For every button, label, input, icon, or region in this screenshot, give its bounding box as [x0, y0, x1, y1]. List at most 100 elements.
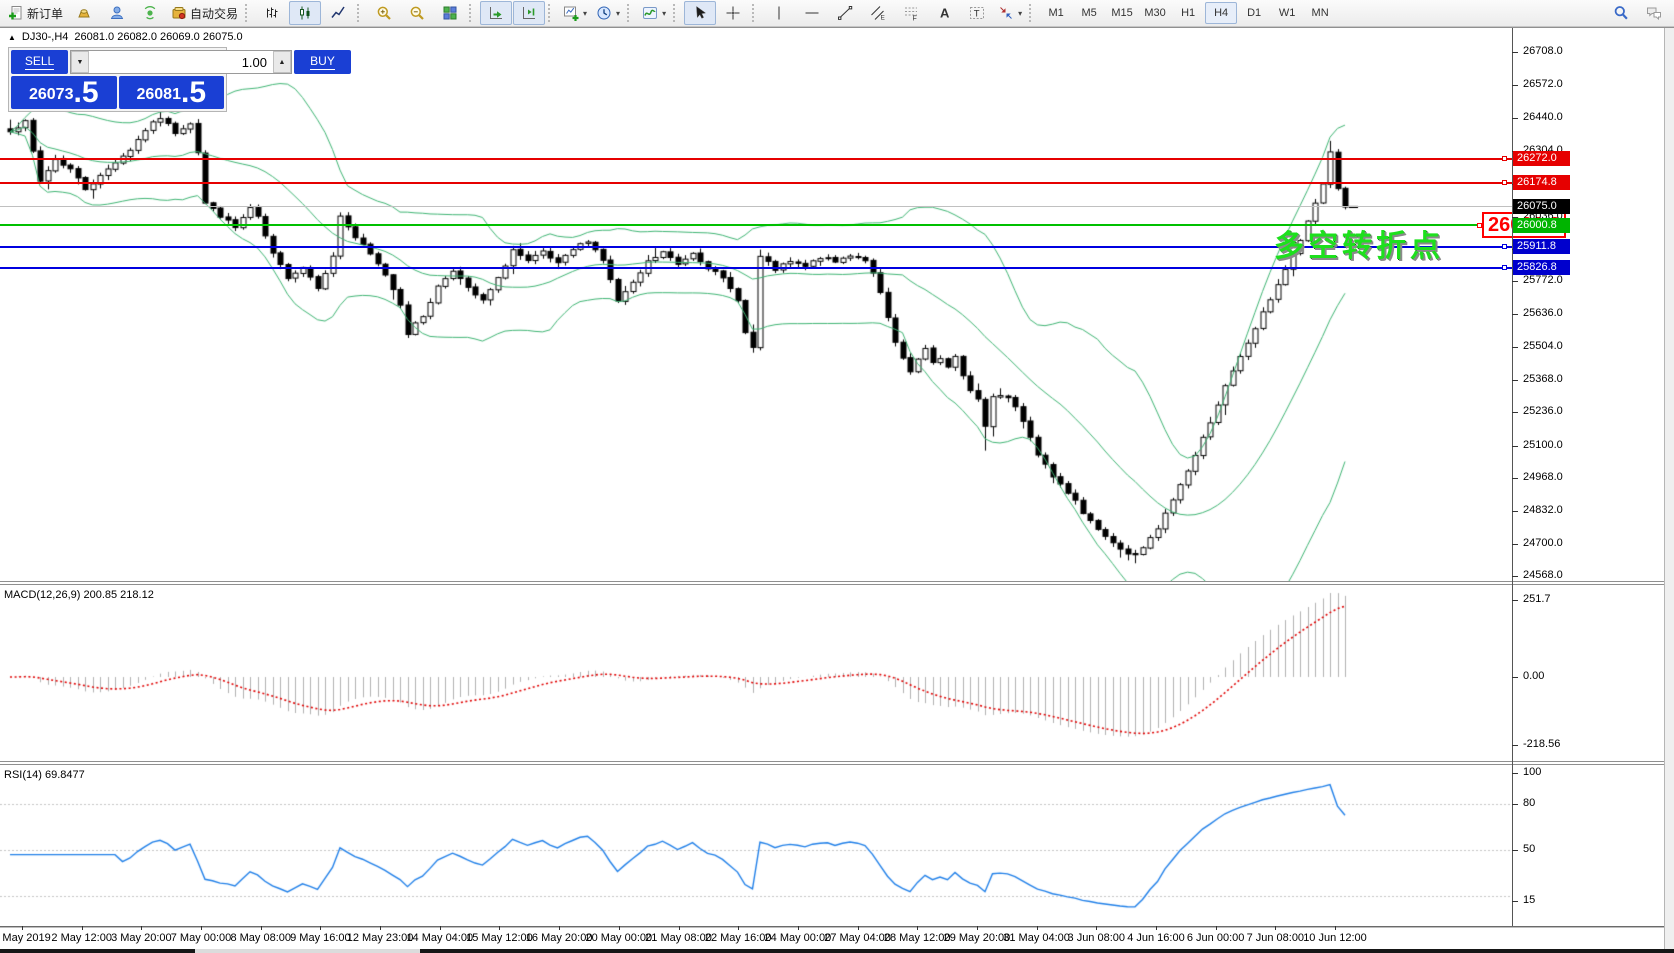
text-button[interactable]: A [928, 1, 960, 25]
buy-button[interactable]: BUY [294, 50, 351, 74]
volume-decrease-button[interactable]: ▼ [71, 51, 89, 73]
mt4-window: 新订单 自动交易 ▾ ▾ ▾ E FAT ▾ M1M5M15M30H1H4D1W1MN ▲ DJ… [0, 0, 1674, 953]
time-axis-label: 29 May 20:00 [944, 932, 1011, 944]
support-line-2-handle[interactable] [1502, 265, 1507, 270]
styler-button[interactable] [68, 1, 100, 25]
macd-pane-canvas[interactable] [0, 585, 1512, 761]
signals-button[interactable] [134, 1, 166, 25]
timeframe-w1-button[interactable]: W1 [1271, 2, 1303, 24]
current-price-line[interactable] [0, 206, 1512, 207]
channel-button[interactable]: E [862, 1, 894, 25]
resistance-line-2[interactable] [0, 182, 1512, 184]
crosshair-icon [725, 5, 741, 21]
text-label-icon: T [969, 5, 985, 21]
horizontal-line-button[interactable] [796, 1, 828, 25]
new-order-button[interactable]: 新订单 [4, 1, 67, 25]
rsi-axis-tick [1512, 850, 1518, 851]
fibonacci-icon: F [903, 5, 919, 21]
resistance-line-1-price-tag: 26272.0 [1513, 151, 1570, 166]
sell-button[interactable]: SELL [11, 50, 68, 74]
symbol-direction-icon: ▲ [8, 33, 16, 42]
rsi-axis-label: 50 [1523, 843, 1535, 855]
support-line-2-price-tag: 25826.8 [1513, 260, 1570, 275]
time-axis-tick [380, 926, 381, 930]
price-axis-label: 24568.0 [1523, 569, 1563, 581]
toolbar-separator [1029, 4, 1037, 22]
toolbar-separator [469, 4, 477, 22]
crosshair-button[interactable] [717, 1, 749, 25]
time-axis-label: 7 May 00:00 [171, 932, 232, 944]
buy-price-button[interactable]: 26081.5 [119, 76, 225, 109]
line-chart-button[interactable] [322, 1, 354, 25]
time-axis-label: 8 May 08:00 [230, 932, 291, 944]
resistance-line-1-handle[interactable] [1502, 156, 1507, 161]
chart-shift-button[interactable] [513, 1, 545, 25]
vertical-line-button[interactable] [763, 1, 795, 25]
search-button[interactable] [1605, 1, 1637, 25]
chart-ohlc-values: 26081.0 26082.0 26069.0 26075.0 [74, 31, 242, 43]
tile-windows-button[interactable] [434, 1, 466, 25]
timeframe-m30-button[interactable]: M30 [1139, 2, 1171, 24]
time-axis-label: 15 May 12:00 [466, 932, 533, 944]
timeframe-h1-button[interactable]: H1 [1172, 2, 1204, 24]
price-axis-tick [1512, 347, 1518, 348]
trendline-button[interactable] [829, 1, 861, 25]
price-axis-tick [1512, 85, 1518, 86]
resistance-line-2-handle[interactable] [1502, 180, 1507, 185]
support-line-2[interactable] [0, 267, 1512, 269]
price-axis-label: 24968.0 [1523, 471, 1563, 483]
auto-trading-button-label: 自动交易 [190, 5, 238, 22]
price-axis-label: 25772.0 [1523, 274, 1563, 286]
time-axis-tick [22, 926, 23, 930]
horizontal-line-icon [804, 5, 820, 21]
price-axis-tick [1512, 380, 1518, 381]
chevron-down-icon: ▾ [583, 9, 587, 18]
volume-increase-button[interactable]: ▲ [273, 51, 291, 73]
chart-symbol-period: DJ30-,H4 [22, 31, 68, 43]
time-axis-tick [1096, 926, 1097, 930]
rsi-pane-canvas[interactable] [0, 765, 1512, 926]
zoom-out-button[interactable] [401, 1, 433, 25]
auto-trading-button[interactable]: 自动交易 [167, 1, 242, 25]
arrows-icon [998, 5, 1014, 21]
time-axis-border [0, 926, 1674, 928]
candlestick-chart-button[interactable] [289, 1, 321, 25]
auto-scroll-button[interactable] [480, 1, 512, 25]
indicators-button[interactable]: ▾ [638, 1, 670, 25]
pane-separator-macd[interactable] [0, 581, 1674, 585]
timeframe-d1-button[interactable]: D1 [1238, 2, 1270, 24]
channel-icon: E [870, 5, 886, 21]
price-axis-tick [1512, 314, 1518, 315]
line-chart-icon [330, 5, 346, 21]
chart-title: ▲ DJ30-,H4 26081.0 26082.0 26069.0 26075… [8, 31, 243, 43]
timeframe-m1-button[interactable]: M1 [1040, 2, 1072, 24]
cursor-button[interactable] [684, 1, 716, 25]
support-line-1-handle[interactable] [1502, 244, 1507, 249]
rsi-axis-label: 100 [1523, 766, 1541, 778]
price-axis-label: 26572.0 [1523, 78, 1563, 90]
pane-separator-rsi[interactable] [0, 761, 1674, 765]
bar-chart-button[interactable] [256, 1, 288, 25]
sell-price-button[interactable]: 26073.5 [11, 76, 117, 109]
timeframe-m5-button[interactable]: M5 [1073, 2, 1105, 24]
profiles-button[interactable]: ▾ [592, 1, 624, 25]
chat-button[interactable] [1638, 1, 1670, 25]
resistance-line-1[interactable] [0, 158, 1512, 160]
rsi-axis-label: 80 [1523, 797, 1535, 809]
timeframe-h4-button[interactable]: H4 [1205, 2, 1237, 24]
zoom-in-button[interactable] [368, 1, 400, 25]
timeframe-mn-button[interactable]: MN [1304, 2, 1336, 24]
profile-button[interactable] [101, 1, 133, 25]
fibonacci-button[interactable]: F [895, 1, 927, 25]
volume-input[interactable] [89, 51, 273, 73]
zoom-in-icon [376, 5, 392, 21]
chevron-down-icon: ▾ [662, 9, 666, 18]
text-label-button[interactable]: T [961, 1, 993, 25]
timeframe-m15-button[interactable]: M15 [1106, 2, 1138, 24]
pivot-annotation-text[interactable]: 多空转折点 [1274, 221, 1444, 265]
arrows-button[interactable]: ▾ [994, 1, 1026, 25]
new-chart-button[interactable]: ▾ [559, 1, 591, 25]
time-axis-tick [559, 926, 560, 930]
one-click-trading-panel: SELL ▼ ▲ BUY 26073.5 26081.5 [8, 47, 227, 112]
time-axis-label: 1 May 2019 [0, 932, 51, 944]
